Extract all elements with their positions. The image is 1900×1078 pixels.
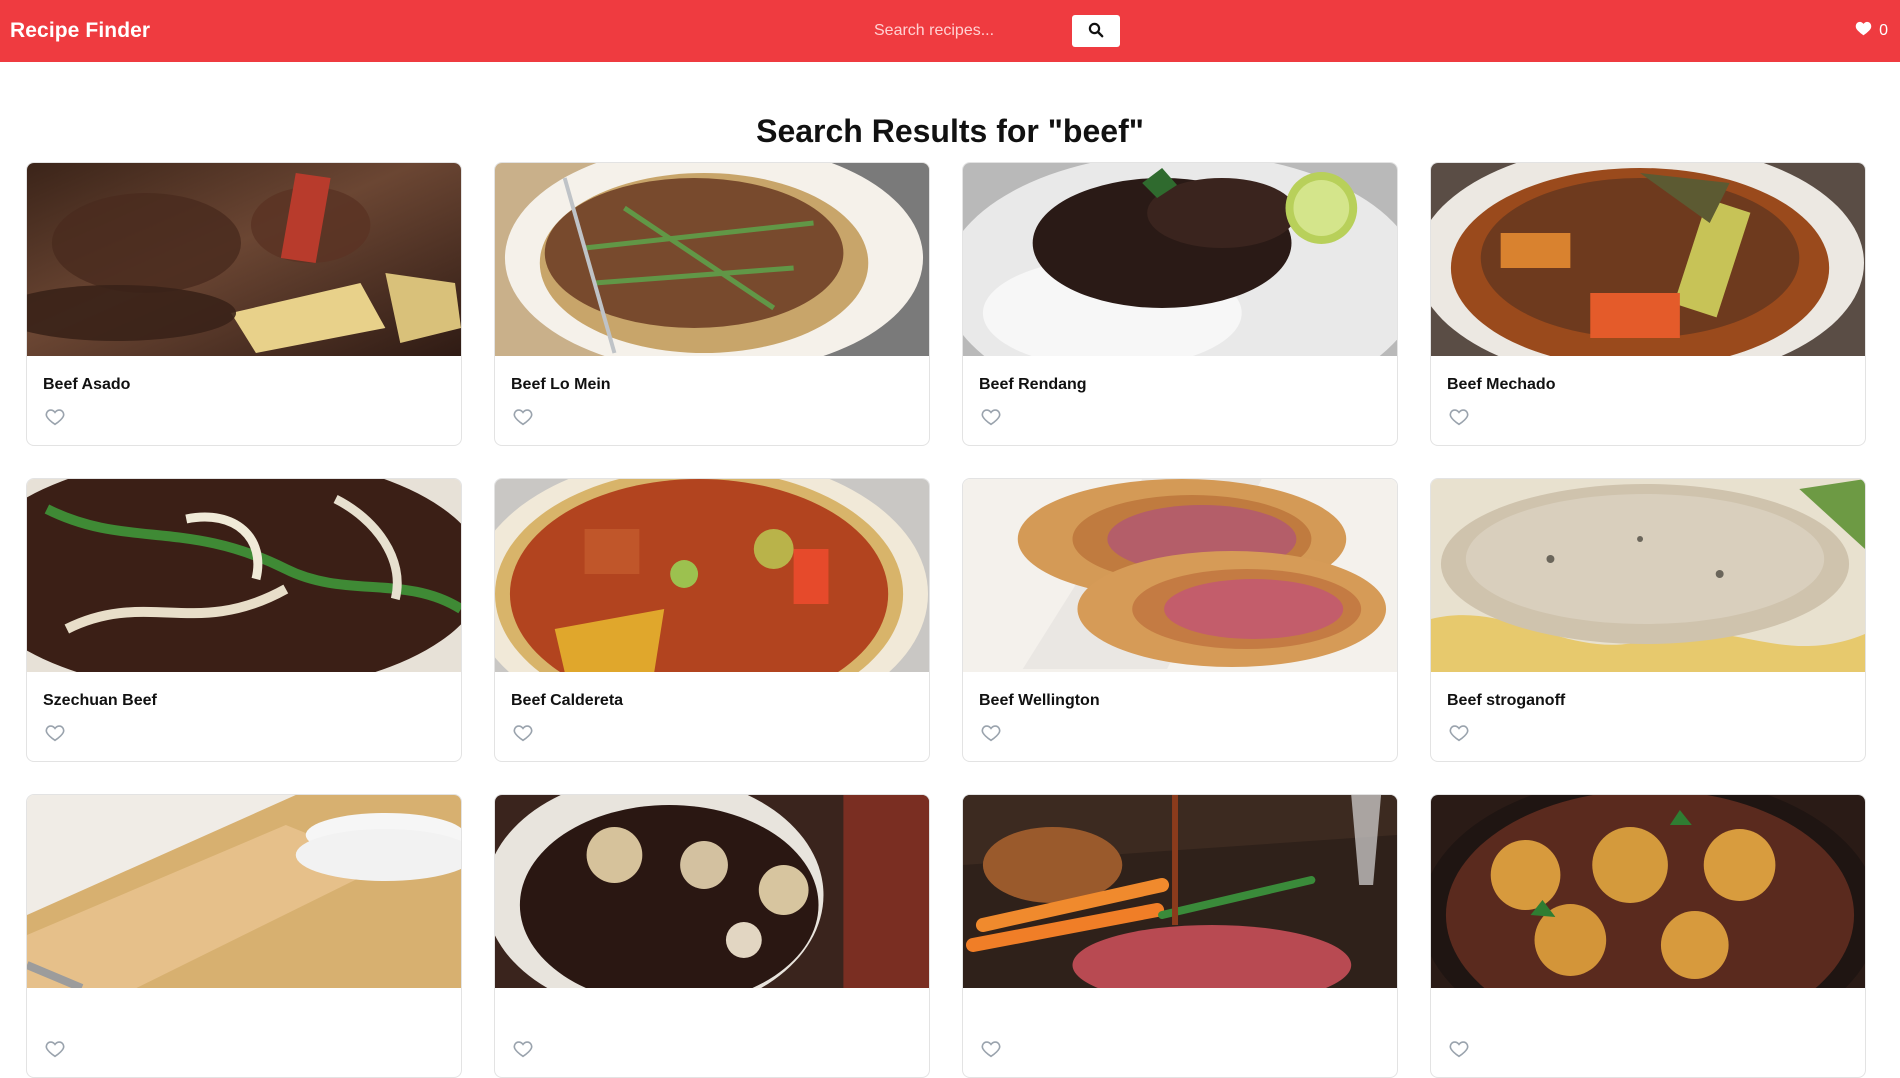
heart-outline-icon[interactable] — [43, 406, 67, 428]
card-body: Szechuan Beef — [27, 672, 461, 747]
card-body — [963, 988, 1397, 1063]
recipe-card[interactable] — [494, 794, 930, 1078]
heart-outline-icon[interactable] — [1447, 1038, 1471, 1060]
recipe-photo[interactable] — [495, 795, 929, 988]
favorites-count: 0 — [1879, 22, 1888, 39]
top-navbar: Recipe Finder 0 — [0, 0, 1900, 62]
card-body: Beef Mechado — [1431, 356, 1865, 431]
recipe-photo[interactable] — [1431, 479, 1865, 672]
search-form — [860, 15, 1120, 47]
card-body — [27, 988, 461, 1063]
recipe-card[interactable]: Beef Wellington — [962, 478, 1398, 762]
card-body: Beef Rendang — [963, 356, 1397, 431]
heart-outline-icon[interactable] — [1447, 722, 1471, 744]
app-title[interactable]: Recipe Finder — [10, 19, 150, 43]
recipe-card[interactable] — [962, 794, 1398, 1078]
recipe-photo[interactable] — [27, 795, 461, 988]
card-body: Beef Caldereta — [495, 672, 929, 747]
card-body: Beef Lo Mein — [495, 356, 929, 431]
recipe-card[interactable]: Beef Rendang — [962, 162, 1398, 446]
recipe-card[interactable]: Beef Lo Mein — [494, 162, 930, 446]
recipe-title[interactable] — [1447, 1008, 1849, 1028]
heart-outline-icon[interactable] — [43, 722, 67, 744]
recipe-card[interactable] — [26, 794, 462, 1078]
search-button[interactable] — [1072, 15, 1120, 47]
recipe-photo[interactable] — [963, 163, 1397, 356]
recipe-card[interactable]: Szechuan Beef — [26, 478, 462, 762]
card-body: Beef Asado — [27, 356, 461, 431]
heart-outline-icon[interactable] — [979, 1038, 1003, 1060]
heart-outline-icon[interactable] — [511, 1038, 535, 1060]
heart-outline-icon[interactable] — [511, 406, 535, 428]
heart-outline-icon[interactable] — [979, 406, 1003, 428]
recipe-photo[interactable] — [495, 163, 929, 356]
recipe-card[interactable]: Beef Caldereta — [494, 478, 930, 762]
recipe-photo[interactable] — [963, 479, 1397, 672]
heart-icon — [1855, 21, 1872, 41]
recipe-title[interactable]: Beef Rendang — [979, 376, 1381, 396]
heart-outline-icon[interactable] — [43, 1038, 67, 1060]
card-body: Beef Wellington — [963, 672, 1397, 747]
recipe-photo[interactable] — [1431, 795, 1865, 988]
heart-outline-icon[interactable] — [1447, 406, 1471, 428]
heart-outline-icon[interactable] — [511, 722, 535, 744]
recipe-photo[interactable] — [495, 479, 929, 672]
recipe-grid: Beef Asado Beef Lo Mein Beef Rendang Bee… — [26, 162, 1868, 1078]
recipe-photo[interactable] — [963, 795, 1397, 988]
recipe-title[interactable] — [511, 1008, 913, 1028]
card-body — [495, 988, 929, 1063]
recipe-title[interactable]: Szechuan Beef — [43, 692, 445, 712]
recipe-title[interactable]: Beef Wellington — [979, 692, 1381, 712]
recipe-card[interactable]: Beef stroganoff — [1430, 478, 1866, 762]
recipe-card[interactable] — [1430, 794, 1866, 1078]
page-title: Search Results for "beef" — [756, 113, 1144, 150]
recipe-card[interactable]: Beef Mechado — [1430, 162, 1866, 446]
recipe-photo[interactable] — [27, 163, 461, 356]
recipe-photo[interactable] — [27, 479, 461, 672]
search-icon — [1088, 22, 1104, 41]
recipe-title[interactable]: Beef Lo Mein — [511, 376, 913, 396]
search-input[interactable] — [860, 15, 1070, 47]
recipe-title[interactable]: Beef Asado — [43, 376, 445, 396]
recipe-title[interactable]: Beef Mechado — [1447, 376, 1849, 396]
heart-outline-icon[interactable] — [979, 722, 1003, 744]
recipe-title[interactable]: Beef stroganoff — [1447, 692, 1849, 712]
recipe-card[interactable]: Beef Asado — [26, 162, 462, 446]
recipe-title[interactable] — [979, 1008, 1381, 1028]
card-body — [1431, 988, 1865, 1063]
recipe-title[interactable]: Beef Caldereta — [511, 692, 913, 712]
card-body: Beef stroganoff — [1431, 672, 1865, 747]
recipe-photo[interactable] — [1431, 163, 1865, 356]
favorites-counter[interactable]: 0 — [1855, 21, 1888, 41]
recipe-title[interactable] — [43, 1008, 445, 1028]
